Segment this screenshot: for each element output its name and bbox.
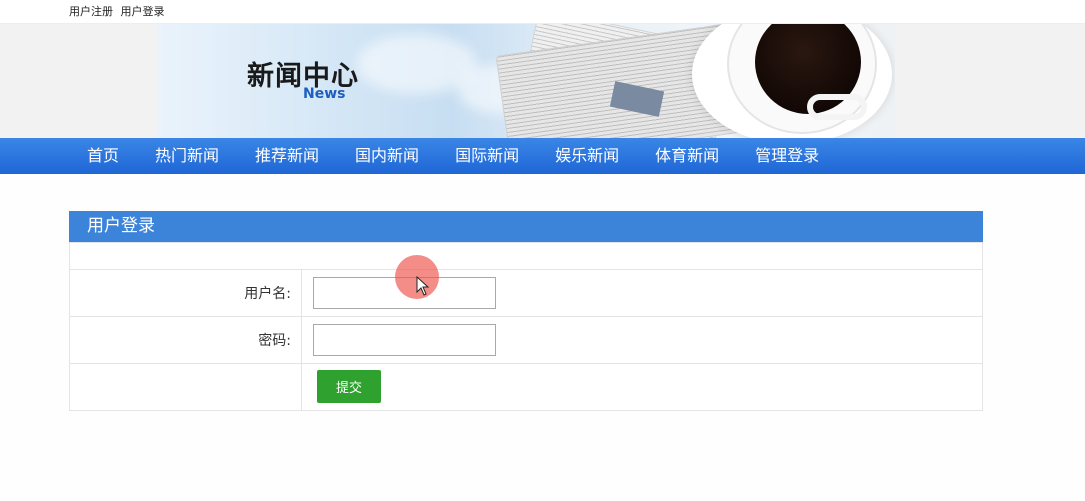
password-input[interactable]	[313, 324, 496, 356]
banner-image: 新闻中心 News	[157, 24, 895, 138]
header-banner-area: 新闻中心 News	[0, 24, 1085, 138]
nav-item-admin-login[interactable]: 管理登录	[737, 138, 837, 174]
register-link[interactable]: 用户注册	[69, 5, 113, 18]
login-panel: 用户登录 用户名: 密码: 提交	[69, 211, 983, 411]
submit-row: 提交	[69, 363, 983, 411]
nav-item-hot-news[interactable]: 热门新闻	[137, 138, 237, 174]
password-row: 密码:	[69, 316, 983, 364]
top-links-bar: 用户注册 用户登录	[0, 0, 1085, 24]
nav-item-home[interactable]: 首页	[69, 138, 137, 174]
site-subtitle: News	[303, 86, 346, 102]
main-nav: 首页 热门新闻 推荐新闻 国内新闻 国际新闻 娱乐新闻 体育新闻 管理登录	[0, 138, 1085, 174]
cup-handle-graphic	[807, 94, 867, 120]
nav-item-domestic-news[interactable]: 国内新闻	[337, 138, 437, 174]
submit-button[interactable]: 提交	[317, 369, 381, 403]
password-label: 密码:	[69, 316, 302, 364]
nav-item-international-news[interactable]: 国际新闻	[437, 138, 537, 174]
username-row: 用户名:	[69, 269, 983, 317]
form-spacer-row	[69, 242, 983, 270]
nav-item-entertainment-news[interactable]: 娱乐新闻	[537, 138, 637, 174]
nav-item-sports-news[interactable]: 体育新闻	[637, 138, 737, 174]
login-form-table: 用户名: 密码: 提交	[69, 242, 983, 411]
login-link[interactable]: 用户登录	[121, 5, 165, 18]
mouse-pointer-icon	[416, 276, 430, 296]
nav-item-recommended-news[interactable]: 推荐新闻	[237, 138, 337, 174]
username-label: 用户名:	[69, 269, 302, 317]
login-panel-heading: 用户登录	[69, 211, 983, 242]
